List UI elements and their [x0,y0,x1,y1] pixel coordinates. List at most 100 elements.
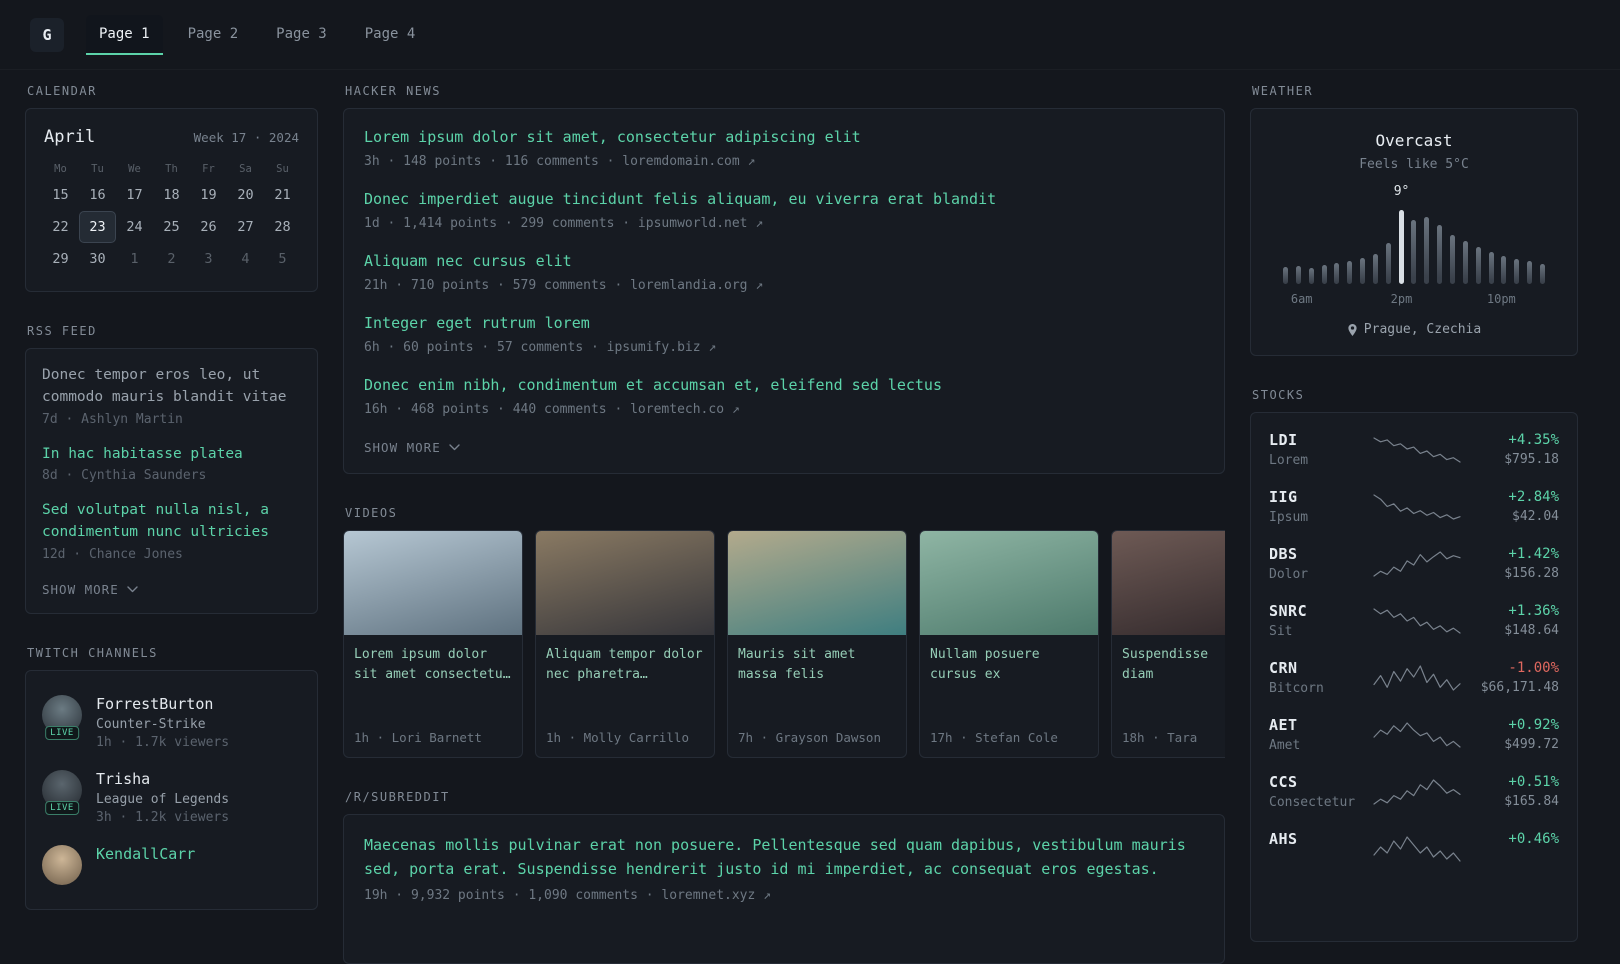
video-card[interactable]: Suspendisse diam 18h · Tara [1111,530,1225,758]
twitch-channel-item[interactable]: LIVE Trisha League of Legends 3h · 1.2k … [42,760,301,835]
video-thumbnail[interactable] [1112,531,1225,635]
hackernews-story-title[interactable]: Integer eget rutrum lorem [364,313,1204,334]
video-thumbnail[interactable] [536,531,714,635]
weather-bar [1501,255,1507,284]
weather-current-temp: 9° [1393,184,1410,199]
video-card[interactable]: Nullam posuere cursus ex 17h · Stefan Co… [919,530,1099,758]
twitch-channel-meta: 3h · 1.2k viewers [96,809,230,825]
hackernews-story-title[interactable]: Donec enim nibh, condimentum et accumsan… [364,375,1204,396]
video-title[interactable]: Lorem ipsum dolor sit amet consectetu… [344,635,522,685]
tab-page-3[interactable]: Page 3 [263,15,340,55]
weather-time-label: 10pm [1486,292,1516,306]
stock-sparkline [1371,549,1463,579]
rss-card: Donec tempor eros leo, ut commodo mauris… [25,348,318,614]
stock-row[interactable]: CCS Consectetur +0.51% $165.84 [1269,763,1559,820]
twitch-channel-name[interactable]: Trisha [96,770,229,788]
video-thumbnail[interactable] [920,531,1098,635]
hackernews-story[interactable]: Donec imperdiet augue tincidunt felis al… [364,189,1204,231]
stock-name [1269,852,1371,867]
rss-show-more-button[interactable]: SHOW MORE [42,582,138,601]
stock-row[interactable]: DBS Dolor +1.42% $156.28 [1269,535,1559,592]
tab-page-1[interactable]: Page 1 [86,14,163,55]
stock-sparkline [1371,663,1463,693]
video-meta: 1h · Lori Barnett [354,730,482,745]
calendar-day: 30 [89,251,106,267]
weather-location: Prague, Czechia [1363,322,1482,337]
hackernews-story-title[interactable]: Aliquam nec cursus elit [364,251,1204,272]
calendar-day: 18 [163,187,180,203]
hackernews-story[interactable]: Integer eget rutrum lorem 6h · 60 points… [364,313,1204,355]
weather-bar [1372,253,1378,284]
tab-page-2[interactable]: Page 2 [175,15,252,55]
video-title[interactable]: Suspendisse diam [1112,635,1225,685]
stock-change: +4.35% [1508,432,1559,448]
stock-ticker[interactable]: IIG [1269,488,1371,506]
subreddit-post-meta[interactable]: 19h · 9,932 points · 1,090 comments · lo… [364,888,1204,903]
stock-right: +0.46% [1463,831,1559,866]
hackernews-story[interactable]: Lorem ipsum dolor sit amet, consectetur … [364,127,1204,169]
hackernews-widget: HACKER NEWS Lorem ipsum dolor sit amet, … [343,84,1225,474]
weather-location-row: Prague, Czechia [1269,322,1559,337]
weather-bar [1411,220,1417,284]
stock-name: Sit [1269,624,1293,639]
twitch-channel-name[interactable]: KendallCarr [96,845,195,863]
tab-page-4[interactable]: Page 4 [352,15,429,55]
hackernews-story-meta[interactable]: 3h · 148 points · 116 comments · loremdo… [364,154,1204,169]
stock-ticker[interactable]: AHS [1269,830,1371,848]
stocks-widget-title: STOCKS [1252,388,1305,402]
logo[interactable]: G [30,17,64,52]
video-card[interactable]: Aliquam tempor dolor nec pharetra… 1h · … [535,530,715,758]
avatar-wrap: LIVE [42,769,82,815]
twitch-channel-item[interactable]: LIVE ForrestBurton Counter-Strike 1h · 1… [42,685,301,760]
stock-ticker[interactable]: SNRC [1269,602,1371,620]
rss-item[interactable]: Donec tempor eros leo, ut commodo mauris… [42,365,301,427]
weather-feels-like: Feels like 5°C [1359,157,1469,172]
stock-row[interactable]: LDI Lorem +4.35% $795.18 [1269,421,1559,478]
rss-item-title[interactable]: Donec tempor eros leo, ut commodo mauris… [42,365,301,409]
hackernews-story-meta[interactable]: 16h · 468 points · 440 comments · loremt… [364,402,1204,417]
stock-row[interactable]: AHS +0.46% [1269,820,1559,877]
hackernews-story-meta[interactable]: 6h · 60 points · 57 comments · ipsumify.… [364,340,1204,355]
stock-ticker[interactable]: DBS [1269,545,1371,563]
rss-item-title[interactable]: In hac habitasse platea [42,444,301,466]
subreddit-post[interactable]: Maecenas mollis pulvinar erat non posuer… [364,833,1204,903]
stock-name: Bitcorn [1269,681,1324,696]
stock-row[interactable]: SNRC Sit +1.36% $148.64 [1269,592,1559,649]
video-title[interactable]: Nullam posuere cursus ex [920,635,1098,685]
stock-right: -1.00% $66,171.48 [1463,660,1559,695]
rss-item[interactable]: Sed volutpat nulla nisl, a condimentum n… [42,500,301,562]
twitch-channel-name[interactable]: ForrestBurton [96,695,229,713]
video-thumbnail[interactable] [344,531,522,635]
calendar-card: April Week 17 · 2024 Mo Tu We Th Fr Sa Su 15 16… [25,108,318,292]
rss-item[interactable]: In hac habitasse platea 8d · Cynthia Sau… [42,444,301,484]
hackernews-story-title[interactable]: Donec imperdiet augue tincidunt felis al… [364,189,1204,210]
stock-price [1463,851,1559,866]
stock-row[interactable]: IIG Ipsum +2.84% $42.04 [1269,478,1559,535]
stock-ticker[interactable]: CRN [1269,659,1371,677]
rss-item-title[interactable]: Sed volutpat nulla nisl, a condimentum n… [42,500,301,544]
twitch-channel-item[interactable]: KendallCarr [42,835,301,895]
hackernews-show-more-button[interactable]: SHOW MORE [364,440,460,459]
video-thumbnail[interactable] [728,531,906,635]
hackernews-story-meta[interactable]: 21h · 710 points · 579 comments · loreml… [364,278,1204,293]
video-title[interactable]: Mauris sit amet massa felis [728,635,906,685]
video-title[interactable]: Aliquam tempor dolor nec pharetra… [536,635,714,685]
hackernews-story-title[interactable]: Lorem ipsum dolor sit amet, consectetur … [364,127,1204,148]
stock-ticker[interactable]: AET [1269,716,1371,734]
stock-row[interactable]: CRN Bitcorn -1.00% $66,171.48 [1269,649,1559,706]
hackernews-story[interactable]: Donec enim nibh, condimentum et accumsan… [364,375,1204,417]
calendar-day-header: We [128,163,141,175]
stock-ticker[interactable]: LDI [1269,431,1371,449]
subreddit-post-title[interactable]: Maecenas mollis pulvinar erat non posuer… [364,833,1204,881]
video-card[interactable]: Lorem ipsum dolor sit amet consectetu… 1… [343,530,523,758]
hackernews-story[interactable]: Aliquam nec cursus elit 21h · 710 points… [364,251,1204,293]
stock-row[interactable]: AET Amet +0.92% $499.72 [1269,706,1559,763]
hackernews-card: Lorem ipsum dolor sit amet, consectetur … [343,108,1225,474]
calendar-day: 22 [52,219,69,235]
weather-bar [1424,216,1430,284]
video-card[interactable]: Mauris sit amet massa felis 7h · Grayson… [727,530,907,758]
hackernews-story-meta[interactable]: 1d · 1,414 points · 299 comments · ipsum… [364,216,1204,231]
live-badge: LIVE [45,725,79,740]
rss-item-meta: 8d · Cynthia Saunders [42,468,207,484]
stock-ticker[interactable]: CCS [1269,773,1371,791]
